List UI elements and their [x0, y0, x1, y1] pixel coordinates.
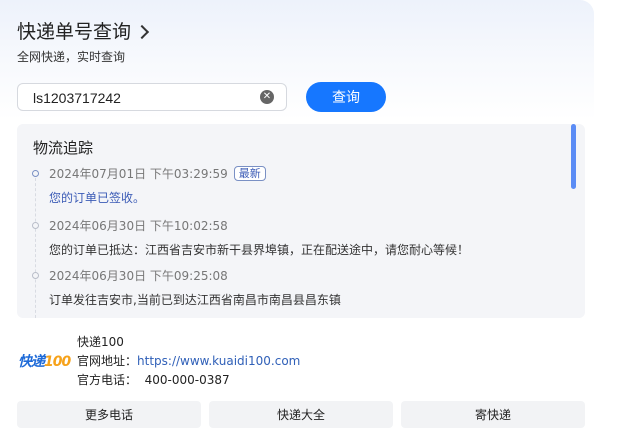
- timeline-dot-icon: [32, 272, 39, 279]
- query-button[interactable]: 查询: [306, 82, 386, 112]
- tracking-scrollbar[interactable]: [571, 124, 576, 189]
- company-phone[interactable]: 400-000-0387: [145, 373, 230, 387]
- timeline-dot-icon: [32, 222, 39, 229]
- page-title: 快递单号查询: [17, 21, 132, 43]
- page-subtitle: 全网快递，实时查询: [17, 50, 126, 64]
- tracking-event: 2024年06月30日 下午10:02:58 您的订单已抵达：江西省吉安市新干县…: [32, 217, 470, 258]
- kuaidi100-logo: 快递100: [18, 354, 71, 370]
- chevron-right-icon: [134, 24, 150, 39]
- tracking-event: 2024年06月30日 下午09:25:08 订单发往吉安市,当前已到达江西省南…: [32, 267, 341, 308]
- latest-badge: 最新: [233, 166, 266, 181]
- express-directory-button[interactable]: 快递大全: [209, 401, 393, 428]
- event-description: 您的订单已签收。: [49, 191, 146, 205]
- event-time: 2024年06月30日 下午10:02:58: [49, 219, 228, 233]
- event-description: 订单发往吉安市,当前已到达江西省南昌市南昌县昌东镇: [49, 293, 341, 307]
- company-website-row: 官网地址：https://www.kuaidi100.com: [77, 354, 301, 368]
- clear-icon[interactable]: ✕: [260, 90, 274, 104]
- tracking-title: 物流追踪: [33, 139, 94, 157]
- page-title-link[interactable]: 快递单号查询: [17, 17, 150, 44]
- timeline-line: [35, 178, 36, 318]
- company-name: 快递100: [77, 335, 124, 349]
- event-time: 2024年07月01日 下午03:29:59: [49, 167, 228, 181]
- event-description: 您的订单已抵达：江西省吉安市新干县界埠镇，正在配送途中，请您耐心等候！: [49, 243, 470, 257]
- timeline-dot-icon: [32, 170, 39, 177]
- send-express-button[interactable]: 寄快递: [401, 401, 585, 428]
- event-time: 2024年06月30日 下午09:25:08: [49, 269, 228, 283]
- company-website-link[interactable]: https://www.kuaidi100.com: [137, 354, 300, 368]
- tracking-number-input[interactable]: [31, 84, 255, 112]
- more-phones-button[interactable]: 更多电话: [17, 401, 201, 428]
- tracking-event: 2024年07月01日 下午03:29:59 最新 您的订单已签收。: [32, 165, 266, 206]
- company-info: 快递100 官网地址：https://www.kuaidi100.com 官方电…: [77, 333, 300, 390]
- express-query-card: 快递单号查询 全网快递，实时查询 ✕ 查询 物流追踪 2024年07月01日 下…: [0, 0, 594, 443]
- company-phone-row: 官方电话： 400-000-0387: [77, 373, 230, 387]
- search-box: ✕: [17, 83, 287, 112]
- tracking-panel: 物流追踪 2024年07月01日 下午03:29:59 最新 您的订单已签收。 …: [17, 124, 585, 318]
